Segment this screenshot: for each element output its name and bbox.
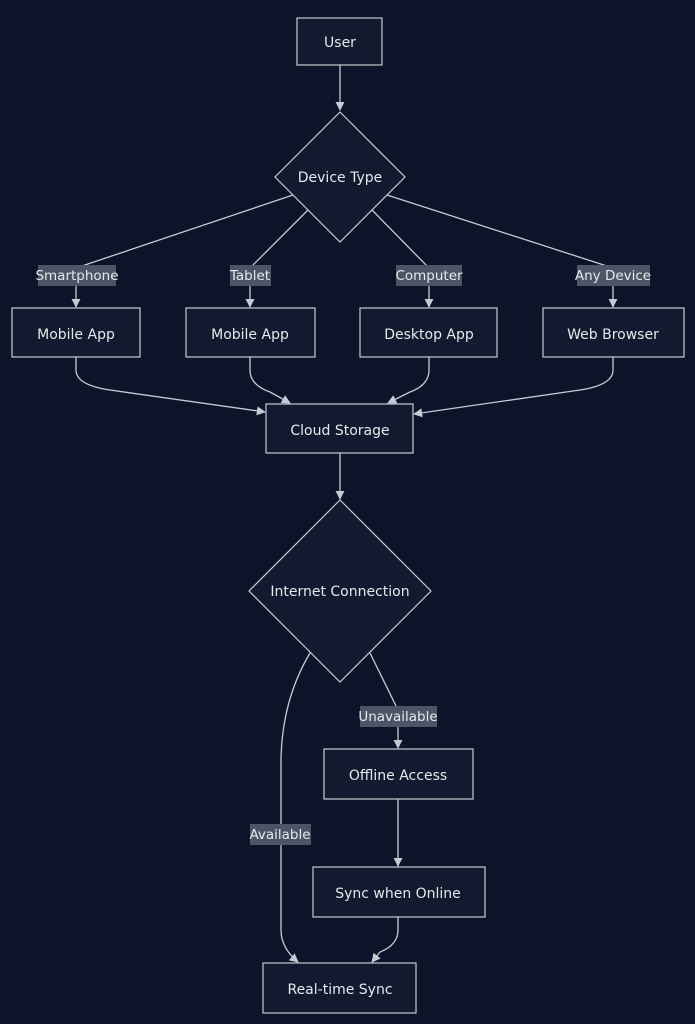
edge-label-tablet: Tablet — [229, 265, 271, 286]
edge-label-unavailable: Unavailable — [358, 706, 438, 727]
node-web-browser[interactable]: Web Browser — [542, 307, 685, 358]
edge-mobile2-cloud — [249, 357, 291, 404]
edge-label-text: Any Device — [575, 268, 651, 284]
node-realtime-sync[interactable]: Real-time Sync — [262, 962, 417, 1014]
edge-label-any-device: Any Device — [575, 265, 651, 286]
edge-device-smartphone — [71, 194, 294, 308]
edge-device-any — [386, 194, 618, 308]
edge-label-smartphone: Smartphone — [35, 265, 119, 286]
node-label: Real-time Sync — [287, 982, 392, 998]
node-user[interactable]: User — [296, 17, 383, 66]
node-mobile-app-1[interactable]: Mobile App — [11, 307, 141, 358]
node-offline-access[interactable]: Offline Access — [323, 748, 474, 800]
edge-internet-realtime — [280, 652, 311, 963]
node-mobile-app-2[interactable]: Mobile App — [185, 307, 316, 358]
node-label: Web Browser — [567, 327, 659, 343]
node-sync-when-online[interactable]: Sync when Online — [312, 866, 486, 918]
edge-label-text: Available — [249, 827, 310, 843]
node-label: Internet Connection — [270, 584, 409, 600]
edge-label-text: Computer — [395, 268, 463, 284]
node-label: Offline Access — [349, 768, 447, 784]
node-label: Device Type — [298, 170, 383, 186]
edge-sync-realtime — [371, 917, 399, 963]
node-label: Mobile App — [211, 327, 289, 343]
node-label: Desktop App — [384, 327, 474, 343]
node-label: Sync when Online — [335, 886, 461, 902]
node-cloud-storage[interactable]: Cloud Storage — [265, 403, 414, 454]
edge-label-computer: Computer — [395, 265, 463, 286]
edge-label-text: Unavailable — [358, 709, 437, 725]
edge-label-text: Smartphone — [35, 268, 118, 284]
edge-label-text: Tablet — [229, 268, 270, 284]
node-label: User — [324, 35, 356, 51]
edge-web-cloud — [413, 357, 614, 418]
flowchart: User Device Type Mobile App Mobile App D… — [11, 17, 685, 1014]
edge-device-computer — [371, 209, 434, 308]
edge-device-tablet — [245, 209, 309, 308]
node-desktop-app[interactable]: Desktop App — [359, 307, 498, 358]
edge-internet-offline — [369, 652, 403, 749]
edge-desktop-cloud — [387, 357, 430, 404]
edge-mobile1-cloud — [75, 357, 266, 416]
node-internet-connection[interactable]: Internet Connection — [248, 499, 432, 683]
edge-label-available: Available — [249, 824, 311, 845]
node-device-type[interactable]: Device Type — [274, 111, 406, 243]
node-label: Cloud Storage — [290, 423, 389, 439]
node-label: Mobile App — [37, 327, 115, 343]
